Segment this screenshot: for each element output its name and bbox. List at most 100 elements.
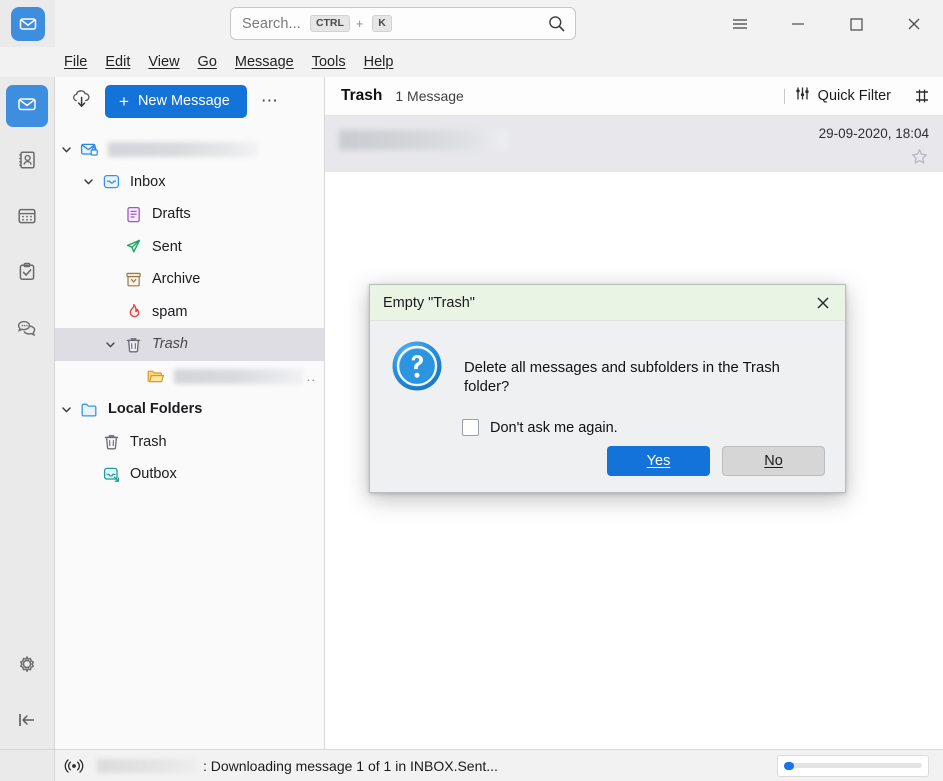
menu-help[interactable]: Help — [355, 52, 403, 73]
close-icon[interactable] — [885, 0, 943, 47]
menu-help-label: Help — [364, 54, 394, 70]
menu-file-label: File — [64, 54, 87, 70]
window-controls — [711, 0, 943, 47]
rail-item-address-book[interactable] — [6, 141, 48, 183]
folder-row-subfolder-redacted[interactable]: .. — [55, 361, 324, 394]
dont-ask-again-label: Don't ask me again. — [490, 420, 618, 436]
progress-track — [784, 763, 922, 768]
no-button[interactable]: No — [722, 446, 825, 476]
titlebar-spacer — [55, 23, 230, 24]
rail-item-chat[interactable] — [6, 309, 48, 351]
menu-edit-label: Edit — [105, 54, 130, 70]
dont-ask-again-row[interactable]: Don't ask me again. — [462, 419, 825, 436]
folder-title: Trash — [341, 87, 382, 105]
menu-go[interactable]: Go — [189, 52, 226, 73]
quick-filter-label[interactable]: Quick Filter — [818, 88, 891, 104]
trash-icon — [99, 432, 123, 451]
folder-tree: Inbox Drafts — [55, 125, 324, 749]
message-count: 1 Message — [395, 88, 463, 104]
folder-row-local-trash[interactable]: Trash — [55, 426, 324, 459]
chat-icon — [16, 317, 38, 344]
sent-icon — [121, 237, 145, 256]
folder-label-inbox: Inbox — [130, 174, 165, 190]
folder-row-local-folders[interactable]: Local Folders — [55, 393, 324, 426]
rail-item-settings[interactable] — [6, 645, 48, 687]
rail-item-mail[interactable] — [6, 85, 48, 127]
chevron-down-icon[interactable] — [55, 143, 77, 156]
folder-label-local-trash: Trash — [130, 434, 167, 450]
folder-label-sent: Sent — [152, 239, 182, 255]
folder-row-inbox[interactable]: Inbox — [55, 166, 324, 199]
search-key-plus: + — [356, 17, 363, 31]
dialog-buttons: Yes No — [390, 446, 825, 476]
new-message-button[interactable]: + New Message — [105, 85, 247, 118]
trash-icon — [121, 335, 145, 354]
star-outline-icon[interactable] — [819, 147, 929, 166]
menu-edit[interactable]: Edit — [96, 52, 139, 73]
menu-file[interactable]: File — [55, 52, 96, 73]
folder-row-archive[interactable]: Archive — [55, 263, 324, 296]
folder-pane-more-button[interactable]: ⋯ — [257, 88, 283, 114]
column-options-icon[interactable] — [913, 87, 931, 105]
folder-label-drafts: Drafts — [152, 206, 191, 222]
mail-icon — [16, 93, 38, 120]
yes-button-label: Yes — [647, 453, 671, 469]
cloud-download-icon[interactable] — [69, 87, 95, 116]
folder-row-sent[interactable]: Sent — [55, 231, 324, 264]
search-icon[interactable] — [547, 14, 566, 33]
rail-item-calendar[interactable] — [6, 197, 48, 239]
status-bar: : Downloading message 1 of 1 in INBOX.Se… — [0, 749, 943, 781]
status-text: : Downloading message 1 of 1 in INBOX.Se… — [203, 758, 498, 774]
search-key-letter: K — [372, 15, 392, 32]
status-account-redacted — [97, 759, 197, 773]
account-name-redacted — [108, 142, 258, 157]
subfolder-name-redacted — [174, 369, 304, 384]
header-separator — [784, 89, 785, 104]
folder-label-outbox: Outbox — [130, 466, 177, 482]
rail-item-collapse[interactable] — [6, 701, 48, 743]
folder-row-account[interactable] — [55, 133, 324, 166]
dialog-message: Delete all messages and subfolders in th… — [464, 359, 825, 397]
calendar-icon — [16, 205, 38, 232]
message-date: 29-09-2020, 18:04 — [819, 126, 929, 141]
message-subject-redacted — [339, 130, 507, 150]
folder-label-spam: spam — [152, 304, 187, 320]
network-activity-icon — [55, 757, 93, 775]
dont-ask-again-checkbox[interactable] — [462, 419, 479, 436]
folder-row-outbox[interactable]: Outbox — [55, 458, 324, 491]
menu-tools-label: Tools — [312, 54, 346, 70]
folder-row-spam[interactable]: spam — [55, 296, 324, 329]
chevron-down-icon[interactable] — [77, 175, 99, 188]
filter-sliders-icon[interactable] — [794, 85, 811, 107]
mail-envelope-icon — [11, 7, 45, 41]
empty-trash-dialog: Empty "Trash" — [369, 284, 846, 493]
yes-button[interactable]: Yes — [607, 446, 710, 476]
menu-tools[interactable]: Tools — [303, 52, 355, 73]
rail-item-tasks[interactable] — [6, 253, 48, 295]
chevron-down-icon[interactable] — [99, 338, 121, 351]
folder-row-drafts[interactable]: Drafts — [55, 198, 324, 231]
dialog-close-icon[interactable] — [807, 289, 839, 317]
folder-label-trash: Trash — [152, 336, 188, 352]
collapse-panel-icon — [15, 710, 39, 735]
local-folder-icon — [77, 400, 101, 419]
tasks-icon — [16, 261, 38, 288]
outbox-icon — [99, 465, 123, 484]
question-mark-icon — [390, 339, 444, 398]
maximize-icon[interactable] — [827, 0, 885, 47]
chevron-down-icon[interactable] — [55, 403, 77, 416]
menu-message[interactable]: Message — [226, 52, 303, 73]
message-header-actions: Quick Filter — [782, 85, 931, 107]
folder-row-trash-selected[interactable]: Trash — [55, 328, 324, 361]
minimize-icon[interactable] — [769, 0, 827, 47]
message-row[interactable]: 29-09-2020, 18:04 — [325, 116, 943, 172]
app-menu-icon[interactable] — [711, 0, 769, 47]
message-meta: 29-09-2020, 18:04 — [819, 126, 929, 166]
folder-label-archive: Archive — [152, 271, 200, 287]
status-progress-bar — [777, 755, 929, 777]
menu-view[interactable]: View — [139, 52, 188, 73]
more-dots-icon: ⋯ — [261, 97, 279, 105]
settings-gear-icon — [16, 653, 38, 680]
search-input[interactable]: Search... CTRL + K — [230, 7, 576, 40]
app-icon-slot — [0, 0, 55, 47]
